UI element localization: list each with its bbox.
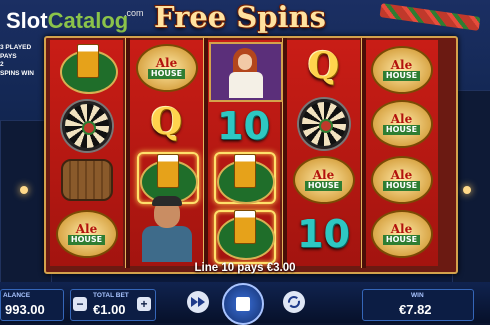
beer-mug-icon [213, 210, 275, 260]
house-text: HOUSE [304, 181, 343, 191]
total-bet-value: €1.00 [93, 302, 126, 317]
queen-letter: Q [150, 101, 183, 143]
symbol-ale-house: Ale HOUSE [365, 42, 438, 98]
symbol-ten: 10 [207, 98, 280, 154]
ale-text: Ale [390, 168, 413, 182]
beer-badge-icon [56, 44, 118, 94]
ale-house-icon: Ale HOUSE [370, 156, 433, 204]
symbol-beer-mug [207, 150, 280, 206]
ale-text: Ale [155, 56, 178, 70]
queen-letter: Q [307, 45, 340, 87]
ale-text: Ale [390, 58, 413, 72]
symbol-dartboard [287, 96, 360, 152]
house-text: HOUSE [67, 235, 106, 245]
autoplay-button[interactable] [283, 291, 305, 313]
ten-number: 10 [217, 104, 270, 148]
ale-text: Ale [390, 112, 413, 126]
logo-slot: Slot [6, 8, 48, 33]
win-value: €7.82 [399, 302, 432, 317]
ale-house-icon: Ale HOUSE [370, 210, 433, 258]
barrel-icon [60, 159, 113, 201]
symbol-queen: Q [130, 94, 203, 150]
symbol-ale-house: Ale HOUSE [365, 152, 438, 208]
symbol-ale-house: Ale HOUSE [50, 206, 123, 262]
house-text: HOUSE [382, 125, 421, 135]
bet-increase-button[interactable]: + [137, 297, 151, 311]
dartboard-icon [298, 99, 349, 149]
street-lamp [463, 186, 471, 194]
ale-house-icon: Ale HOUSE [370, 46, 433, 94]
ale-text: Ale [390, 222, 413, 236]
fast-forward-icon [191, 297, 205, 307]
house-text: HOUSE [147, 69, 186, 79]
beer-mug-icon [213, 154, 275, 204]
symbol-ale-house: Ale HOUSE [365, 96, 438, 152]
symbol-beer-badge [50, 40, 123, 96]
house-text: HOUSE [382, 71, 421, 81]
win-label: WIN [411, 292, 424, 299]
street-lamp [20, 186, 28, 194]
ale-text: Ale [75, 222, 98, 236]
autoplay-icon [288, 296, 300, 308]
total-bet-label: TOTAL BET [93, 292, 129, 299]
house-text: HOUSE [382, 181, 421, 191]
stop-icon [236, 297, 250, 311]
symbol-barmaid [209, 42, 283, 102]
house-text: HOUSE [382, 235, 421, 245]
ale-house-icon: Ale HOUSE [55, 210, 118, 258]
spin-stop-button[interactable] [222, 283, 264, 325]
fast-play-button[interactable] [187, 291, 209, 313]
ale-house-icon: Ale HOUSE [135, 44, 198, 92]
dartboard-icon [61, 101, 112, 151]
symbol-beer-mug [207, 206, 280, 262]
symbol-ten: 10 [287, 206, 360, 262]
bet-decrease-button[interactable]: − [73, 297, 87, 311]
symbol-drinker [132, 196, 202, 264]
symbol-ale-house: Ale HOUSE [287, 152, 360, 208]
beer-mug-icon [136, 154, 198, 204]
balance-panel: ALANCE 993.00 [0, 289, 64, 321]
ten-number: 10 [297, 212, 350, 256]
symbol-queen: Q [287, 38, 360, 94]
game-title: Free Spins [153, 0, 326, 34]
ale-house-icon: Ale HOUSE [370, 100, 433, 148]
ale-house-icon: Ale HOUSE [292, 156, 355, 204]
win-message: Line 10 pays €3.00 [194, 262, 296, 274]
balance-value: 993.00 [5, 302, 45, 317]
symbol-barrel [50, 152, 123, 208]
symbol-ale-house: Ale HOUSE [365, 206, 438, 262]
balance-label: ALANCE [3, 292, 31, 299]
symbol-dartboard [50, 98, 123, 154]
ale-text: Ale [312, 168, 335, 182]
win-panel: WIN €7.82 [362, 289, 474, 321]
symbol-ale-house: Ale HOUSE [130, 40, 203, 96]
